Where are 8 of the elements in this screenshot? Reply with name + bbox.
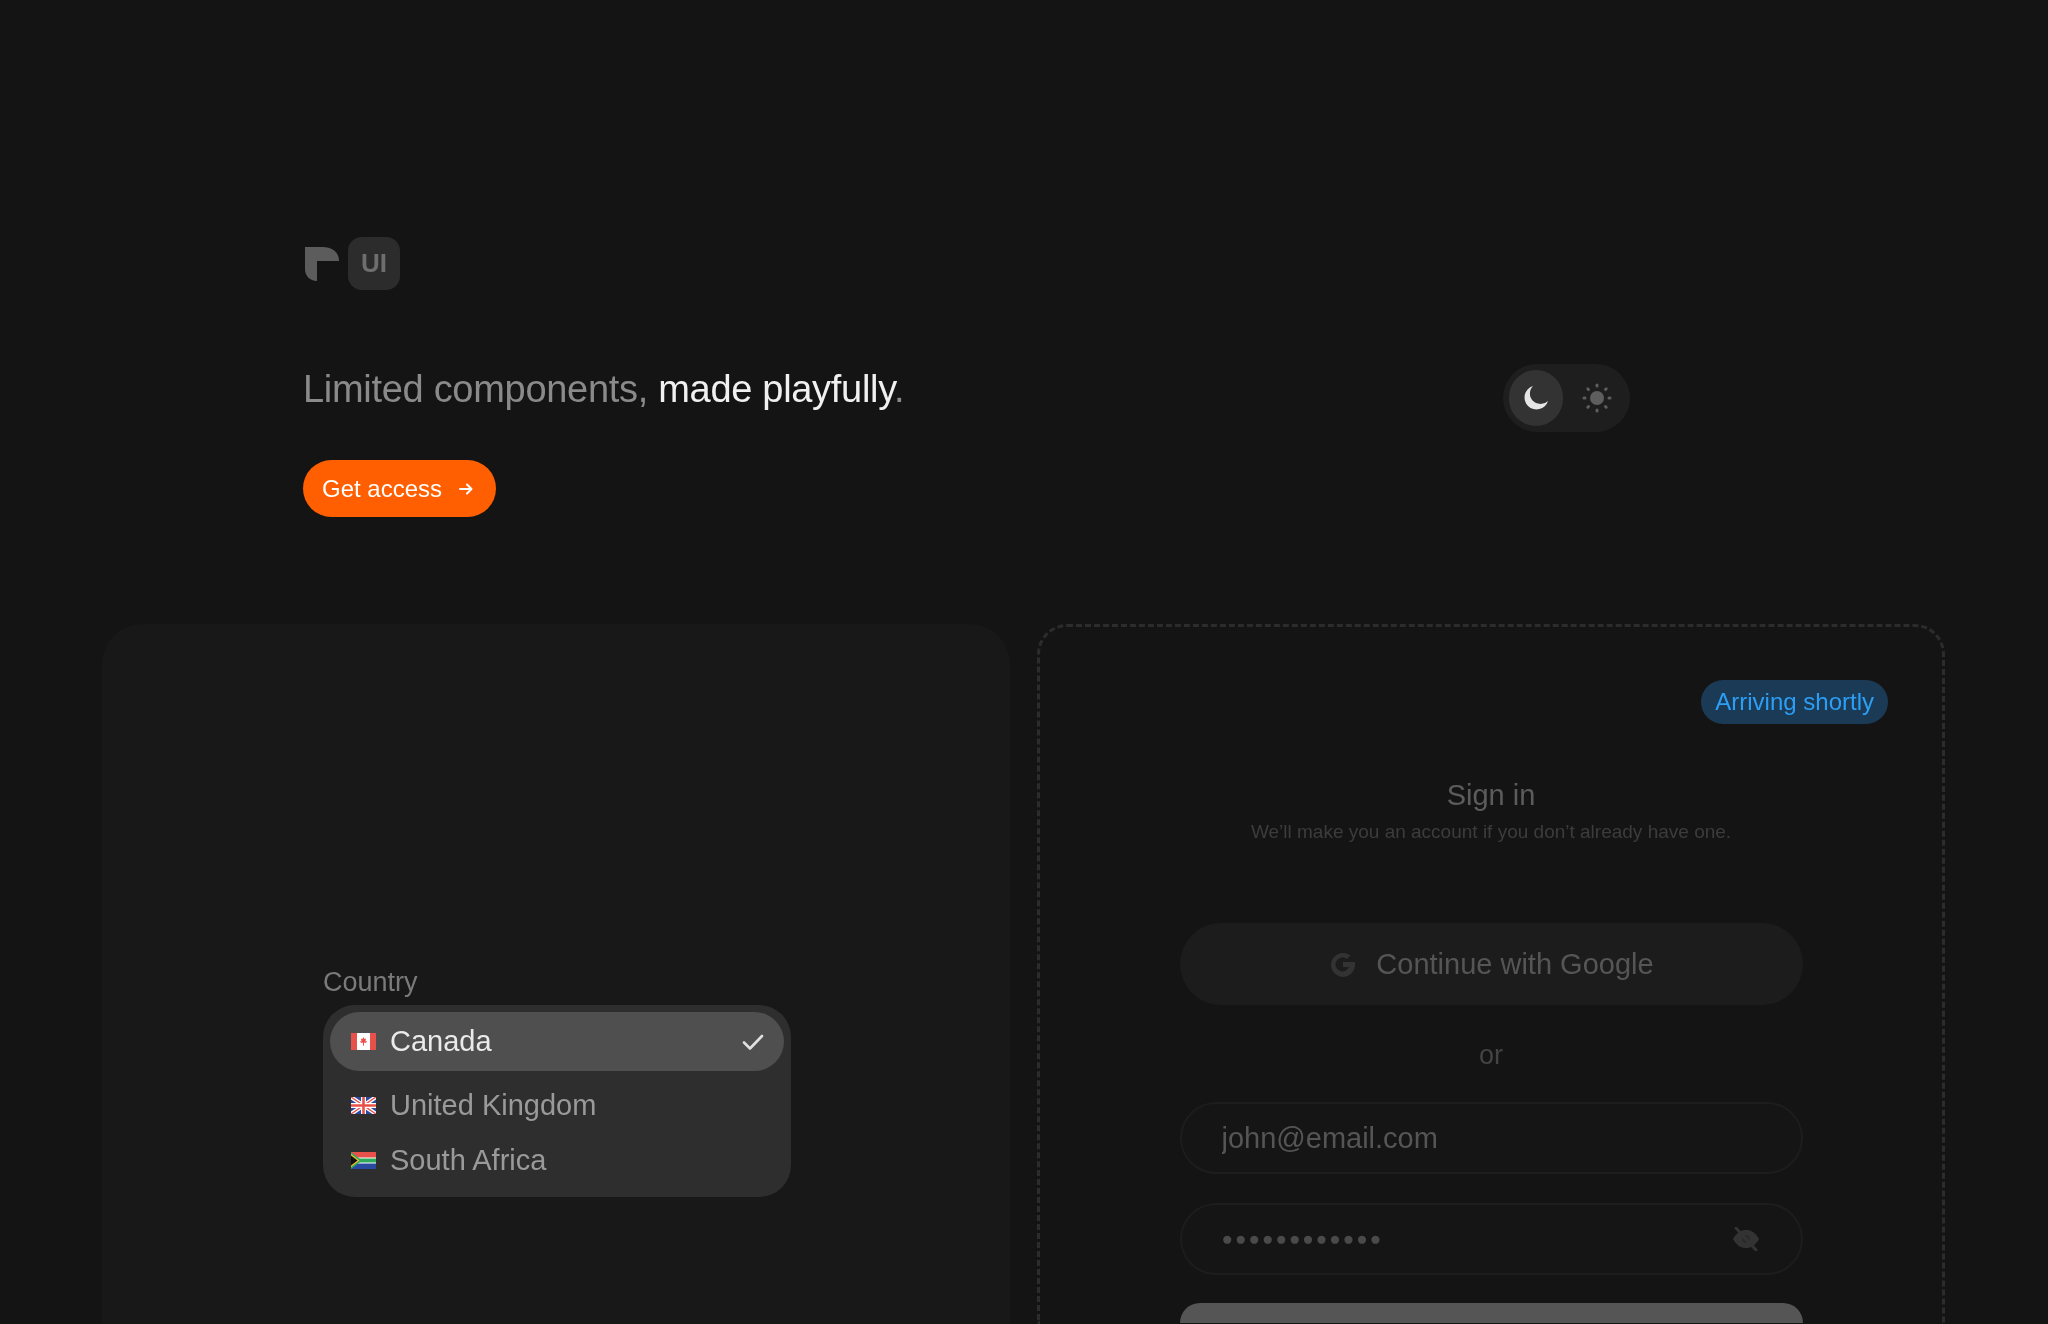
status-badge: Arriving shortly: [1701, 680, 1888, 724]
field-label: Country: [323, 966, 418, 999]
headline: Limited components, made playfully.: [303, 367, 905, 412]
country-option[interactable]: Canada: [330, 1012, 784, 1071]
email-field[interactable]: john@email.com: [1179, 1102, 1803, 1174]
get-access-button[interactable]: Get access: [303, 460, 497, 517]
sign-in-title: Sign in: [1446, 778, 1536, 813]
logo-badge: UI: [348, 237, 400, 290]
